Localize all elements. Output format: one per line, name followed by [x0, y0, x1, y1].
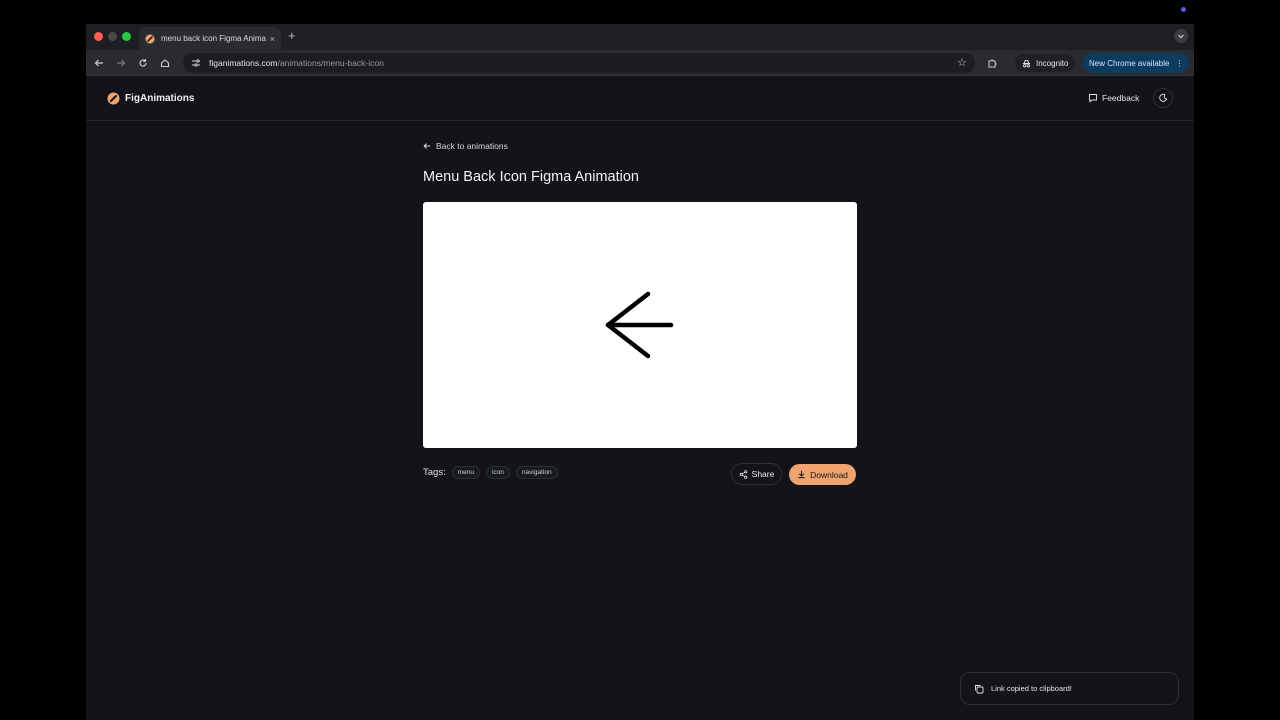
new-tab-button[interactable]: +: [288, 28, 296, 44]
chrome-update-button[interactable]: New Chrome available ⋮: [1083, 53, 1189, 73]
feedback-label: Feedback: [1102, 93, 1140, 103]
browser-tab-active[interactable]: menu back icon Figma Anima ×: [139, 27, 281, 50]
page-title: Menu Back Icon Figma Animation: [423, 169, 639, 185]
forward-arrow-icon[interactable]: [113, 55, 129, 71]
url-path: /animations/menu-back-icon: [277, 58, 384, 68]
arrow-left-icon: [605, 291, 674, 359]
tab-close-icon[interactable]: ×: [270, 34, 275, 44]
tab-search-button[interactable]: [1174, 29, 1188, 43]
incognito-icon: [1022, 59, 1031, 67]
browser-window: menu back icon Figma Anima × + figanimat…: [86, 24, 1194, 720]
tags-row: Tags: menu icon navigation: [423, 466, 558, 479]
tag-icon[interactable]: icon: [485, 466, 510, 479]
back-to-animations-link[interactable]: Back to animations: [423, 141, 508, 151]
moon-icon: [1159, 93, 1168, 102]
feedback-button[interactable]: Feedback: [1088, 93, 1139, 103]
minimize-window-button[interactable]: [108, 32, 117, 41]
browser-toolbar: figanimations.com/animations/menu-back-i…: [86, 50, 1194, 76]
figanimations-logo-icon: [107, 92, 120, 105]
toast-message: Link copied to clipboard!: [991, 684, 1072, 693]
download-icon: [798, 470, 805, 479]
download-button[interactable]: Download: [789, 464, 856, 485]
theme-toggle-button[interactable]: [1153, 88, 1173, 108]
tag-navigation[interactable]: navigation: [515, 466, 558, 479]
bookmark-star-icon[interactable]: ☆: [957, 56, 967, 69]
chevron-down-icon: [1178, 34, 1184, 39]
web-page: FigAnimations Feedback Back to animation…: [86, 77, 1194, 720]
share-icon: [739, 469, 747, 479]
incognito-label: Incognito: [1036, 58, 1069, 68]
system-indicator-dot: [1181, 7, 1186, 12]
more-menu-icon[interactable]: ⋮: [1175, 59, 1183, 68]
home-icon[interactable]: [157, 55, 173, 71]
figanimations-favicon-icon: [145, 34, 155, 44]
site-header: FigAnimations Feedback: [86, 77, 1194, 121]
url-text: figanimations.com/animations/menu-back-i…: [209, 58, 384, 68]
close-window-button[interactable]: [94, 32, 103, 41]
brand-name: FigAnimations: [125, 93, 195, 104]
address-bar[interactable]: figanimations.com/animations/menu-back-i…: [183, 53, 975, 73]
site-settings-icon[interactable]: [191, 58, 201, 68]
tab-title: menu back icon Figma Anima: [161, 34, 266, 43]
animation-preview: [423, 202, 857, 448]
url-host: figanimations.com: [209, 58, 278, 68]
incognito-indicator[interactable]: Incognito: [1015, 54, 1076, 72]
tags-label: Tags:: [423, 467, 446, 478]
back-link-label: Back to animations: [436, 141, 508, 151]
share-label: Share: [751, 469, 775, 479]
extensions-puzzle-icon[interactable]: [984, 55, 1000, 71]
arrow-left-icon: [423, 143, 431, 149]
share-button[interactable]: Share: [731, 463, 782, 485]
message-square-icon: [1089, 94, 1097, 103]
reload-icon[interactable]: [135, 55, 151, 71]
copy-icon: [975, 684, 984, 693]
tab-strip: menu back icon Figma Anima × +: [86, 24, 1194, 50]
tag-menu[interactable]: menu: [451, 466, 480, 479]
clipboard-toast: Link copied to clipboard!: [960, 672, 1179, 705]
site-logo[interactable]: FigAnimations: [107, 92, 194, 105]
download-label: Download: [810, 469, 848, 480]
update-label: New Chrome available: [1089, 58, 1170, 68]
maximize-window-button[interactable]: [122, 32, 131, 41]
back-arrow-icon[interactable]: [91, 55, 107, 71]
